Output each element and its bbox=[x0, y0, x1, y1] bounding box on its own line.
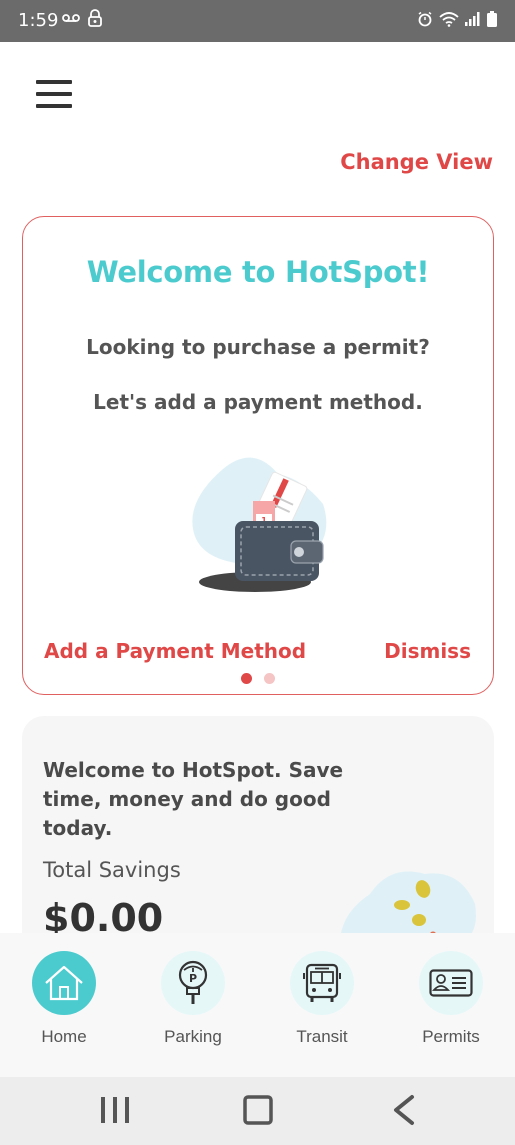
welcome-prompt: Let's add a payment method. bbox=[93, 390, 423, 414]
wifi-icon bbox=[439, 12, 459, 27]
welcome-card: Welcome to HotSpot! Looking to purchase … bbox=[22, 216, 494, 695]
bus-icon bbox=[303, 963, 341, 1002]
status-time: 1:59 bbox=[18, 10, 59, 31]
welcome-question: Looking to purchase a permit? bbox=[86, 335, 430, 359]
home-button-icon[interactable] bbox=[242, 1093, 274, 1127]
system-navigation-bar bbox=[0, 1077, 515, 1145]
nav-home[interactable]: Home bbox=[9, 951, 119, 1047]
signal-icon bbox=[465, 12, 480, 26]
alarm-icon bbox=[418, 11, 432, 27]
add-payment-method-button[interactable]: Add a Payment Method bbox=[44, 639, 306, 663]
lock-icon bbox=[88, 9, 102, 27]
total-savings-label: Total Savings bbox=[43, 858, 181, 882]
change-view-button[interactable]: Change View bbox=[340, 150, 493, 174]
nav-permits-label: Permits bbox=[422, 1027, 480, 1046]
nav-permits[interactable]: Permits bbox=[396, 951, 506, 1047]
dismiss-button[interactable]: Dismiss bbox=[384, 639, 471, 663]
hamburger-menu-icon[interactable] bbox=[36, 80, 72, 110]
recent-apps-icon[interactable] bbox=[99, 1093, 131, 1127]
status-bar: 1:59 bbox=[0, 0, 515, 42]
permit-card-icon bbox=[429, 969, 473, 997]
wallet-illustration: 1 bbox=[192, 457, 327, 592]
nav-home-label: Home bbox=[41, 1027, 87, 1046]
home-icon bbox=[45, 965, 83, 1001]
svg-text:P: P bbox=[189, 972, 197, 985]
nav-transit-label: Transit bbox=[296, 1027, 348, 1046]
pager-dot-2[interactable] bbox=[264, 673, 275, 684]
coins-illustration bbox=[340, 871, 476, 944]
nav-transit[interactable]: Transit bbox=[267, 951, 377, 1047]
savings-welcome-text: Welcome to HotSpot. Save time, money and… bbox=[43, 758, 344, 840]
carousel-pager bbox=[23, 673, 493, 684]
back-icon[interactable] bbox=[388, 1093, 420, 1127]
nav-parking-label: Parking bbox=[164, 1027, 222, 1046]
parking-meter-icon: P bbox=[178, 960, 208, 1004]
pager-dot-1[interactable] bbox=[241, 673, 252, 684]
battery-icon bbox=[487, 11, 497, 27]
nav-parking[interactable]: P Parking bbox=[138, 951, 248, 1047]
bottom-navigation: Home P Parking Transit Permits bbox=[0, 933, 515, 1077]
voicemail-icon bbox=[62, 14, 80, 22]
welcome-title: Welcome to HotSpot! bbox=[86, 255, 430, 289]
